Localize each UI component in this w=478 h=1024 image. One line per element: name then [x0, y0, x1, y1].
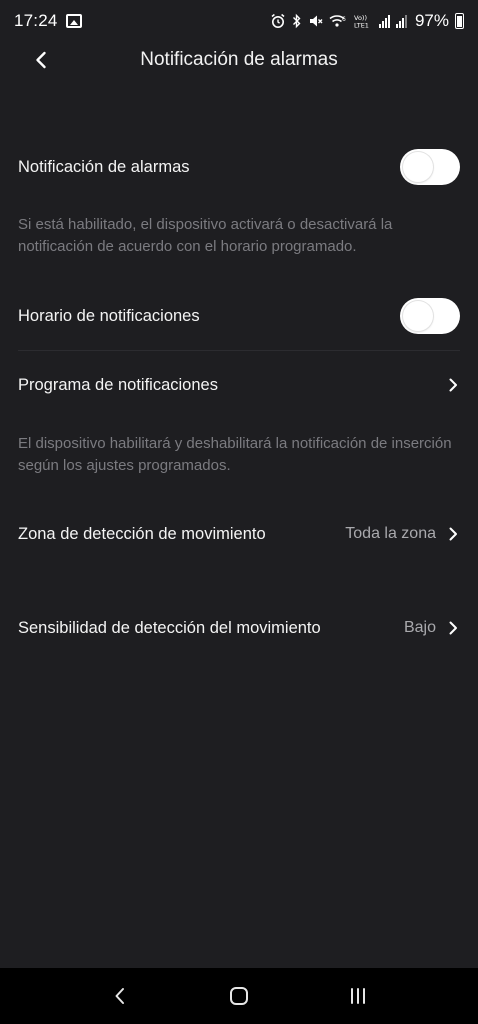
mute-icon	[308, 13, 323, 29]
alarm-icon	[270, 13, 286, 29]
notification-program-description: El dispositivo habilitará y deshabilitar…	[18, 435, 452, 474]
notification-schedule-row: Horario de notificaciones	[0, 297, 478, 335]
alarm-notification-toggle[interactable]	[400, 149, 460, 185]
home-icon	[229, 987, 248, 1005]
svg-text:6: 6	[342, 16, 346, 23]
volte-icon: Vo)) LTE1	[353, 13, 373, 29]
battery-icon	[455, 13, 464, 29]
notification-program-row[interactable]: Programa de notificaciones	[0, 366, 478, 404]
back-nav-icon	[115, 988, 124, 1004]
signal-2-icon	[395, 14, 407, 28]
screen: 17:24 6 Vo)) LTE1 97% Notificación de al…	[0, 0, 478, 1024]
toggle-knob	[403, 152, 433, 182]
notification-schedule-toggle[interactable]	[400, 298, 460, 334]
chevron-left-icon	[36, 51, 46, 69]
chevron-right-icon	[446, 526, 460, 542]
motion-sensitivity-value: Bajo	[403, 619, 436, 636]
motion-sensitivity-label: Sensibilidad de detección del movimiento	[18, 618, 321, 637]
alarm-notification-label: Notificación de alarmas	[18, 157, 190, 176]
chevron-right-icon	[446, 377, 460, 393]
gallery-icon	[65, 14, 82, 28]
chevron-right-icon	[446, 620, 460, 636]
status-bar: 17:24 6 Vo)) LTE1 97%	[0, 0, 478, 42]
alarm-notification-control	[400, 149, 460, 185]
divider	[18, 350, 460, 351]
motion-sensitivity-row[interactable]: Sensibilidad de detección del movimiento…	[0, 609, 478, 647]
page-title: Notificación de alarmas	[140, 49, 338, 70]
alarm-notification-description: Si está habilitado, el dispositivo activ…	[18, 216, 393, 255]
wifi-icon: 6	[329, 13, 347, 29]
back-button[interactable]	[28, 46, 54, 74]
motion-zone-control: Toda la zona	[345, 525, 460, 543]
app-header: Notificación de alarmas	[0, 42, 478, 78]
notification-program-control	[446, 377, 460, 393]
motion-zone-value: Toda la zona	[345, 525, 436, 542]
nav-back-button[interactable]	[100, 976, 140, 1016]
status-time: 17:24	[14, 11, 58, 30]
alarm-notification-row: Notificación de alarmas	[0, 148, 478, 186]
signal-icon	[378, 14, 390, 28]
nav-home-button[interactable]	[219, 976, 259, 1016]
nav-recents-button[interactable]	[338, 976, 378, 1016]
svg-text:LTE1: LTE1	[354, 22, 369, 30]
notification-program-label: Programa de notificaciones	[18, 375, 218, 394]
notification-schedule-control	[400, 298, 460, 334]
notification-schedule-label: Horario de notificaciones	[18, 306, 200, 325]
system-nav-bar	[0, 968, 478, 1024]
recents-icon	[351, 988, 366, 1004]
motion-sensitivity-control: Bajo	[404, 619, 460, 637]
motion-zone-row[interactable]: Zona de detección de movimiento Toda la …	[0, 515, 478, 553]
bluetooth-icon	[292, 13, 302, 29]
motion-zone-label: Zona de detección de movimiento	[18, 524, 266, 543]
status-icons: 6 Vo)) LTE1 97%	[270, 11, 464, 31]
battery-percent: 97%	[414, 11, 449, 30]
toggle-knob	[403, 301, 433, 331]
